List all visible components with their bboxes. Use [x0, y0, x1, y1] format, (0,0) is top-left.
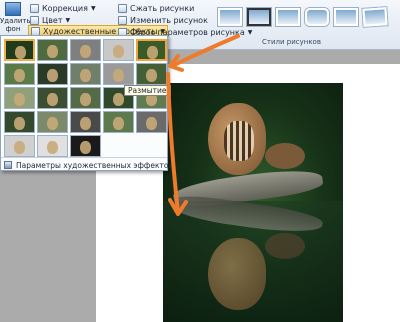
effect-thumbnail[interactable]: [4, 111, 35, 133]
effect-thumbnail[interactable]: [70, 39, 101, 61]
chevron-down-icon: ▼: [65, 16, 71, 24]
picture-style-thumb[interactable]: [247, 8, 271, 26]
picture-styles-gallery: [214, 3, 400, 37]
change-picture-label: Изменить рисунок: [130, 15, 208, 25]
remove-background-icon: [5, 2, 21, 16]
compress-pictures-label: Сжать рисунки: [130, 3, 195, 13]
effect-thumbnail[interactable]: [37, 135, 68, 157]
compress-icon: [118, 3, 127, 13]
picture-style-thumb[interactable]: [218, 8, 242, 26]
chevron-down-icon: ▼: [90, 4, 96, 12]
menu-divider: [1, 157, 167, 158]
picture-styles-group-label: Стили рисунков: [262, 38, 321, 46]
picture-style-thumb[interactable]: [305, 8, 329, 26]
chipmunk: [208, 103, 266, 175]
effect-thumbnail[interactable]: [70, 111, 101, 133]
effect-thumbnail[interactable]: [4, 135, 35, 157]
picture-style-thumb[interactable]: [334, 8, 358, 26]
chipmunk-tail-reflection: [265, 233, 305, 259]
artistic-effects-options-item[interactable]: Параметры художественных эффектов...: [4, 160, 180, 170]
effect-thumbnail[interactable]: [37, 111, 68, 133]
effect-tooltip: Размытие: [124, 85, 171, 96]
correction-label: Коррекция: [42, 3, 88, 13]
change-picture-icon: [118, 15, 127, 25]
effect-thumbnail[interactable]: [4, 39, 35, 61]
effect-thumbnail[interactable]: [70, 63, 101, 85]
chipmunk-photo[interactable]: [163, 83, 343, 322]
effect-thumbnail[interactable]: [70, 87, 101, 109]
color-icon: [30, 15, 39, 25]
artistic-effects-menu: Параметры художественных эффектов...: [0, 35, 180, 171]
change-picture-button[interactable]: Изменить рисунок: [118, 14, 208, 26]
effects-gallery: [4, 39, 167, 157]
correction-button[interactable]: Коррекция ▼: [30, 2, 96, 14]
compress-pictures-button[interactable]: Сжать рисунки: [118, 2, 194, 14]
effect-thumbnail[interactable]: [103, 111, 134, 133]
picture-style-thumb[interactable]: [362, 7, 388, 27]
effect-thumbnail[interactable]: [37, 87, 68, 109]
color-label: Цвет: [42, 15, 63, 25]
effect-thumbnail[interactable]: [103, 39, 134, 61]
chipmunk-reflection: [208, 238, 266, 310]
effect-thumbnail[interactable]: [136, 111, 167, 133]
correction-icon: [30, 3, 39, 13]
effect-thumbnail[interactable]: [4, 63, 35, 85]
effect-thumbnail[interactable]: [136, 63, 167, 85]
effect-thumbnail[interactable]: [136, 39, 167, 61]
effect-thumbnail[interactable]: [103, 63, 134, 85]
effect-thumbnail[interactable]: [70, 135, 101, 157]
effect-thumbnail[interactable]: [37, 63, 68, 85]
remove-background-button[interactable]: Удалить фон: [0, 2, 31, 36]
chipmunk-tail: [265, 143, 305, 169]
remove-background-label: Удалить фон: [0, 17, 31, 33]
effects-options-icon: [4, 161, 12, 169]
effect-thumbnail[interactable]: [37, 39, 68, 61]
effect-thumbnail[interactable]: [4, 87, 35, 109]
artistic-effects-options-label: Параметры художественных эффектов...: [16, 160, 181, 170]
picture-style-thumb[interactable]: [276, 8, 300, 26]
